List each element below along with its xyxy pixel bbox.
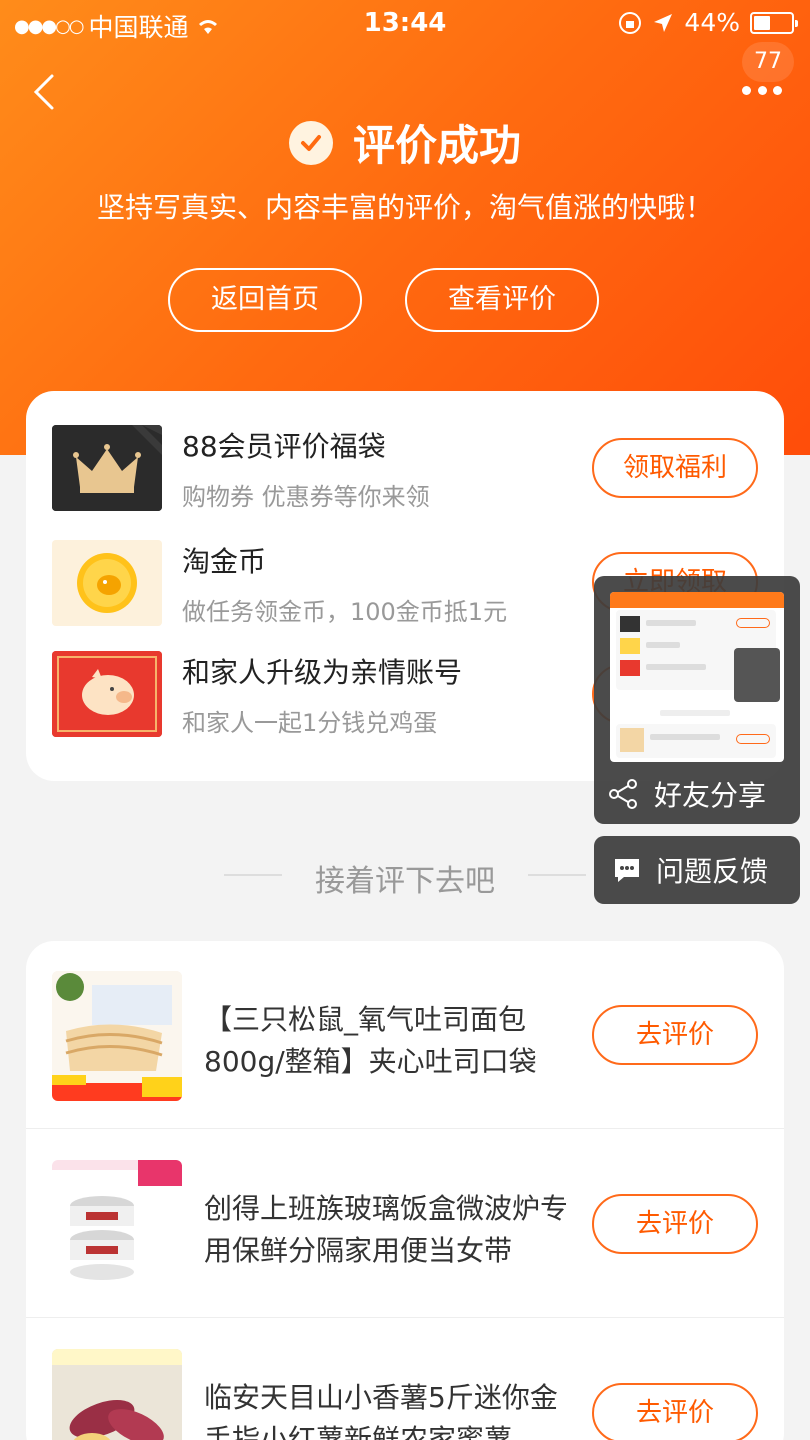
benefit-title: 和家人升级为亲情账号: [182, 656, 463, 689]
success-heading: 评价成功: [0, 112, 810, 173]
bread-product-image: [52, 971, 182, 1101]
notification-badge[interactable]: 77: [742, 42, 794, 82]
benefit-subtitle: 购物券 优惠券等你来领: [182, 483, 430, 511]
feedback-label: 问题反馈: [656, 855, 769, 888]
share-preview-panel[interactable]: 好友分享: [594, 576, 800, 824]
product-item: 创得上班族玻璃饭盒微波炉专用保鲜分隔家用便当女带 去评价: [26, 1130, 784, 1318]
page-title: 评价成功: [352, 121, 521, 170]
page-subtitle: 坚持写真实、内容丰富的评价，淘气值涨的快哦！: [96, 191, 713, 224]
more-menu-button[interactable]: [742, 86, 782, 98]
back-home-button[interactable]: 返回首页: [168, 268, 362, 332]
pig-icon: [52, 651, 162, 737]
dot-icon: [773, 86, 782, 95]
benefit-subtitle: 做任务领金币，100金币抵1元: [182, 598, 508, 626]
product-item: 【三只松鼠_氧气吐司面包800g/整箱】夹心吐司口袋 去评价: [26, 941, 784, 1129]
share-to-friend-button[interactable]: 好友分享: [608, 774, 766, 814]
view-review-button[interactable]: 查看评价: [405, 268, 599, 332]
divider-line: [528, 874, 586, 876]
review-button[interactable]: 去评价: [592, 1005, 758, 1065]
location-icon: [654, 13, 673, 32]
review-button[interactable]: 去评价: [592, 1194, 758, 1254]
status-bar: ●●●○○ 中国联通 13:44 44%: [0, 0, 810, 44]
back-button[interactable]: [28, 70, 68, 114]
benefit-title: 88会员评价福袋: [182, 430, 386, 463]
header-banner: [0, 0, 810, 455]
benefit-subtitle: 和家人一起1分钱兑鸡蛋: [182, 709, 438, 737]
product-title: 创得上班族玻璃饭盒微波炉专用保鲜分隔家用便当女带: [204, 1192, 569, 1267]
chevron-left-icon: [33, 74, 54, 110]
review-button[interactable]: 去评价: [592, 1383, 758, 1440]
check-icon: [288, 120, 333, 165]
sweet-potato-image: [52, 1349, 182, 1440]
dot-icon: [757, 86, 767, 95]
battery-icon: [750, 11, 798, 34]
product-title: 临安天目山小香薯5斤迷你金手指小红薯新鲜农家蜜薯: [204, 1381, 558, 1440]
gold-coin-icon: [52, 540, 162, 626]
claim-benefit-button[interactable]: 领取福利: [592, 438, 758, 498]
benefit-title: 淘金币: [182, 545, 267, 578]
crown-icon: [52, 425, 162, 511]
share-icon: [609, 779, 637, 809]
product-title: 【三只松鼠_氧气吐司面包800g/整箱】夹心吐司口袋: [204, 1003, 537, 1078]
dot-icon: [742, 86, 751, 95]
battery-percent: 44%: [684, 8, 740, 37]
product-item: 临安天目山小香薯5斤迷你金手指小红薯新鲜农家蜜薯 去评价: [26, 1319, 784, 1440]
share-label: 好友分享: [654, 779, 767, 812]
feedback-button[interactable]: 问题反馈: [594, 836, 800, 904]
orientation-lock-icon: [619, 11, 642, 34]
screenshot-thumbnail: [610, 592, 784, 762]
glass-lunchbox-image: [52, 1160, 182, 1290]
chat-bubble-icon: [615, 859, 639, 882]
